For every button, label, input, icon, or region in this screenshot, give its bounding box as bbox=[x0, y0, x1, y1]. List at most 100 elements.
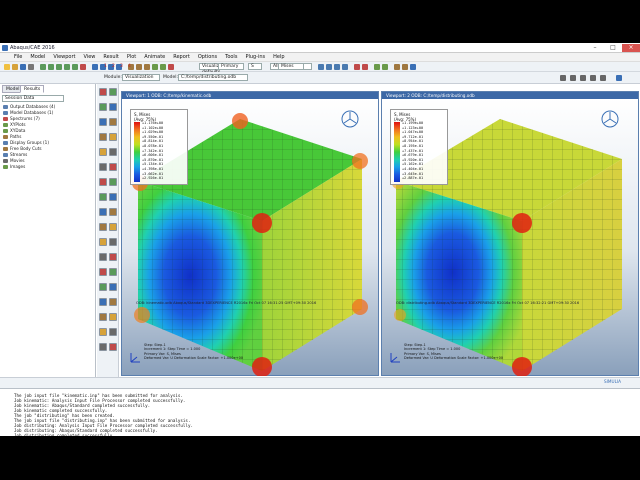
session-data-select[interactable]: Session Data bbox=[2, 95, 64, 102]
open-icon[interactable] bbox=[12, 64, 18, 70]
menu-plugins[interactable]: Plug-ins bbox=[245, 54, 265, 60]
prev-frame-icon[interactable] bbox=[570, 75, 576, 81]
frame-1[interactable]: 1 bbox=[104, 64, 107, 69]
query-icon[interactable] bbox=[109, 253, 117, 261]
plot-material-icon[interactable] bbox=[99, 238, 107, 246]
zoom-box-icon[interactable] bbox=[64, 64, 70, 70]
query-icon[interactable] bbox=[109, 133, 117, 141]
plot-deformed-icon[interactable] bbox=[109, 88, 117, 96]
plot-undeformed-icon[interactable] bbox=[99, 223, 107, 231]
pan-icon[interactable] bbox=[40, 64, 46, 70]
tree-paths[interactable]: Paths bbox=[3, 134, 21, 139]
contour-options-icon[interactable] bbox=[109, 283, 117, 291]
viewport-canvas[interactable]: S, Mises (Avg: 75%) +1.199e+00 +1.123e+00… bbox=[382, 99, 638, 376]
new-icon[interactable] bbox=[4, 64, 10, 70]
next-frame-icon[interactable] bbox=[590, 75, 596, 81]
plot-contour-icon[interactable] bbox=[99, 88, 107, 96]
settings-icon[interactable] bbox=[616, 75, 622, 81]
plot-symbol-icon[interactable] bbox=[109, 103, 117, 111]
tab-results[interactable]: Results bbox=[20, 85, 45, 93]
plot-symbol-icon[interactable] bbox=[109, 343, 117, 351]
display-group-icon[interactable] bbox=[318, 64, 324, 70]
overlay-icon[interactable] bbox=[109, 178, 117, 186]
legend-icon[interactable] bbox=[99, 178, 107, 186]
view-iso-icon[interactable] bbox=[92, 64, 98, 70]
tree-output-databases[interactable]: Output Databases (4) bbox=[3, 104, 55, 109]
tool-icon[interactable] bbox=[109, 313, 117, 321]
xy-plot-icon[interactable] bbox=[99, 253, 107, 261]
tree-images[interactable]: Images bbox=[3, 164, 25, 169]
plot-deformed-icon[interactable] bbox=[109, 208, 117, 216]
save-icon[interactable] bbox=[20, 64, 26, 70]
cycle-icon[interactable] bbox=[80, 64, 86, 70]
viewport-title[interactable]: Viewport: 1 ODB: C:/temp/kinematic.odb bbox=[122, 92, 378, 99]
tree-display-groups[interactable]: Display Groups (1) bbox=[3, 140, 49, 145]
shade-icon[interactable] bbox=[136, 64, 142, 70]
frame-4[interactable]: 4 bbox=[128, 64, 131, 69]
model-select[interactable]: C:/temp/distributing.odb bbox=[178, 74, 248, 81]
tree-spectrums[interactable]: Spectrums (7) bbox=[3, 116, 40, 121]
menu-view[interactable]: View bbox=[84, 54, 96, 60]
print-icon[interactable] bbox=[28, 64, 34, 70]
mises-select[interactable]: Mises bbox=[278, 63, 304, 70]
maximize-button[interactable]: □ bbox=[604, 44, 622, 52]
cut-icon[interactable] bbox=[109, 268, 117, 276]
s-select[interactable]: S bbox=[248, 63, 262, 70]
plot-contour-icon[interactable] bbox=[99, 208, 107, 216]
cut-icon[interactable] bbox=[109, 148, 117, 156]
viewport-link-icon[interactable] bbox=[99, 313, 107, 321]
palette-icon[interactable] bbox=[362, 64, 368, 70]
first-frame-icon[interactable] bbox=[560, 75, 566, 81]
path-icon[interactable] bbox=[99, 268, 107, 276]
plot-undeformed-icon[interactable] bbox=[99, 103, 107, 111]
tree-free-body-cuts[interactable]: Free Body Cuts bbox=[3, 146, 42, 151]
menu-report[interactable]: Report bbox=[173, 54, 190, 60]
tree-xydata[interactable]: XYData bbox=[3, 128, 25, 133]
close-button[interactable]: × bbox=[622, 44, 640, 52]
message-area[interactable]: The job input file "kinematic.inp" has b… bbox=[0, 388, 640, 438]
play-icon[interactable] bbox=[580, 75, 586, 81]
viewport-canvas[interactable]: S, Mises (Avg: 75%) +1.176e+00 +1.102e+00… bbox=[122, 99, 378, 376]
query-icon[interactable] bbox=[168, 64, 174, 70]
tool-c-icon[interactable] bbox=[394, 64, 400, 70]
frame-2[interactable]: 2 bbox=[112, 64, 115, 69]
menu-tools[interactable]: Tools bbox=[225, 54, 237, 60]
tool-icon[interactable] bbox=[109, 193, 117, 201]
common-options-icon[interactable] bbox=[99, 283, 107, 291]
contour-options-icon[interactable] bbox=[109, 163, 117, 171]
menu-help[interactable]: Help bbox=[273, 54, 284, 60]
module-select[interactable]: Visualization bbox=[122, 74, 160, 81]
path-icon[interactable] bbox=[99, 148, 107, 156]
tool-b-icon[interactable] bbox=[382, 64, 388, 70]
tree-xyplots[interactable]: XYPlots bbox=[3, 122, 26, 127]
xy-plot-icon[interactable] bbox=[99, 133, 107, 141]
tool-d-icon[interactable] bbox=[402, 64, 408, 70]
common-options-icon[interactable] bbox=[99, 163, 107, 171]
viewport-1[interactable]: Viewport: 1 ODB: C:/temp/kinematic.odb S… bbox=[121, 91, 379, 376]
menu-result[interactable]: Result bbox=[103, 54, 118, 60]
tool-a-icon[interactable] bbox=[374, 64, 380, 70]
menu-plot[interactable]: Plot bbox=[127, 54, 136, 60]
wireframe-icon[interactable] bbox=[144, 64, 150, 70]
frame-3[interactable]: 3 bbox=[120, 64, 123, 69]
animate-icon[interactable] bbox=[109, 238, 117, 246]
legend-icon[interactable] bbox=[99, 298, 107, 306]
minimize-button[interactable]: – bbox=[586, 44, 604, 52]
tree-streams[interactable]: Streams bbox=[3, 152, 27, 157]
replace-icon[interactable] bbox=[326, 64, 332, 70]
tool-e-icon[interactable] bbox=[410, 64, 416, 70]
plot-symbol-icon[interactable] bbox=[109, 223, 117, 231]
menu-viewport[interactable]: Viewport bbox=[53, 54, 75, 60]
rotate-icon[interactable] bbox=[48, 64, 54, 70]
mesh-icon[interactable] bbox=[152, 64, 158, 70]
viewport-2[interactable]: Viewport: 2 ODB: C:/temp/distributing.od… bbox=[381, 91, 639, 376]
remove-icon[interactable] bbox=[342, 64, 348, 70]
menu-model[interactable]: Model bbox=[30, 54, 45, 60]
color-icon[interactable] bbox=[354, 64, 360, 70]
perspective-icon[interactable] bbox=[160, 64, 166, 70]
last-frame-icon[interactable] bbox=[600, 75, 606, 81]
plot-undeformed-icon[interactable] bbox=[99, 343, 107, 351]
add-icon[interactable] bbox=[334, 64, 340, 70]
tree-movies[interactable]: Movies bbox=[3, 158, 25, 163]
menu-animate[interactable]: Animate bbox=[144, 54, 165, 60]
